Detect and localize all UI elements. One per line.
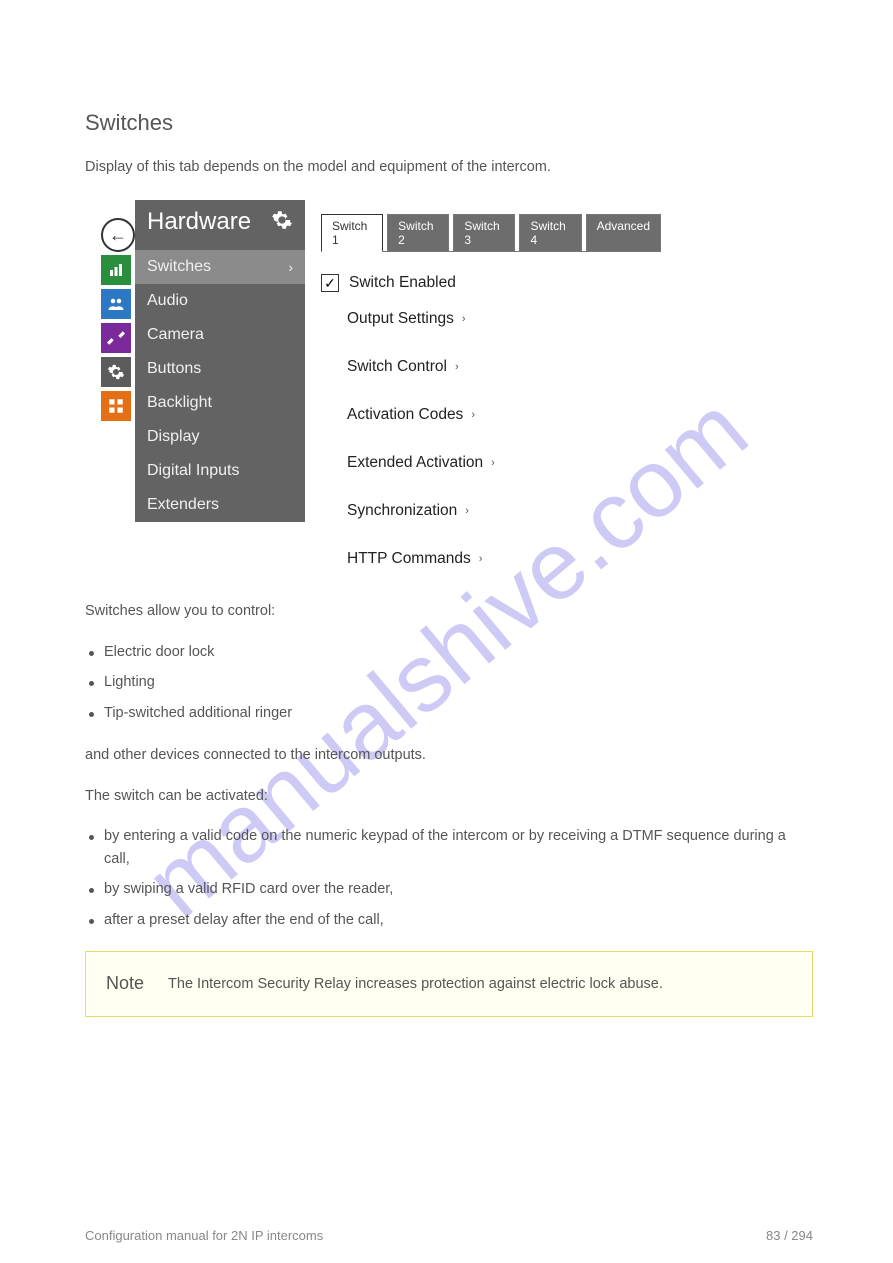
switch-enabled-row: ✓ Switch Enabled: [321, 274, 661, 292]
link-label: Extended Activation: [347, 454, 483, 472]
sidebar-item-audio[interactable]: Audio: [135, 284, 305, 318]
bullet-icon: [89, 835, 94, 840]
bullet-text: Tip-switched additional ringer: [104, 702, 292, 724]
users-tile-icon[interactable]: [101, 289, 131, 319]
tab-switch4[interactable]: Switch 4: [519, 214, 581, 251]
bullet-text: Lighting: [104, 671, 155, 693]
list-item: after a preset delay after the end of th…: [89, 909, 813, 931]
link-output-settings[interactable]: Output Settings ›: [347, 310, 661, 328]
tools-tile-icon[interactable]: [101, 323, 131, 353]
status-tile-icon[interactable]: [101, 255, 131, 285]
sidebar-item-digital-inputs[interactable]: Digital Inputs: [135, 454, 305, 488]
ui-screenshot: ← Hard: [101, 200, 661, 560]
back-button[interactable]: ←: [101, 218, 135, 252]
switch-enabled-label: Switch Enabled: [349, 274, 456, 292]
tab-row: Switch 1 Switch 2 Switch 3 Switch 4 Adva…: [321, 214, 661, 252]
tab-switch1[interactable]: Switch 1: [321, 214, 383, 252]
chevron-right-icon: ›: [479, 553, 483, 565]
bullet-text: by entering a valid code on the numeric …: [104, 825, 813, 870]
list-item: Lighting: [89, 671, 813, 693]
link-label: HTTP Commands: [347, 550, 471, 568]
sidebar-item-camera[interactable]: Camera: [135, 318, 305, 352]
features-lead: The switch can be activated:: [85, 785, 813, 807]
arrow-left-icon: ←: [109, 225, 127, 246]
link-label: Output Settings: [347, 310, 454, 328]
bullet-text: after a preset delay after the end of th…: [104, 909, 384, 931]
bullet-icon: [89, 681, 94, 686]
post-screenshot-text: Switches allow you to control:: [85, 600, 813, 622]
tab-advanced[interactable]: Advanced: [586, 214, 661, 251]
main-panel: Switch 1 Switch 2 Switch 3 Switch 4 Adva…: [321, 214, 661, 568]
chevron-right-icon: ›: [288, 259, 293, 275]
bullet-icon: [89, 919, 94, 924]
footer-right: 83 / 294: [766, 1228, 813, 1243]
page-footer: Configuration manual for 2N IP intercoms…: [85, 1228, 813, 1243]
intro-text: Display of this tab depends on the model…: [85, 156, 813, 178]
link-label: Activation Codes: [347, 406, 463, 424]
sidebar-item-label: Backlight: [147, 394, 212, 412]
sidebar-item-label: Digital Inputs: [147, 462, 240, 480]
sidebar-item-switches[interactable]: Switches ›: [135, 250, 305, 284]
sidebar-item-backlight[interactable]: Backlight: [135, 386, 305, 420]
list-item: by entering a valid code on the numeric …: [89, 825, 813, 870]
post-bullets-text: and other devices connected to the inter…: [85, 744, 813, 766]
sidebar-item-label: Extenders: [147, 496, 219, 514]
list-item: Tip-switched additional ringer: [89, 702, 813, 724]
grid-tile-icon[interactable]: [101, 391, 131, 421]
sidebar-item-label: Camera: [147, 326, 204, 344]
switch-enabled-checkbox[interactable]: ✓: [321, 274, 339, 292]
chevron-right-icon: ›: [491, 457, 495, 469]
list-item: Electric door lock: [89, 641, 813, 663]
chevron-right-icon: ›: [465, 505, 469, 517]
sidebar-header: Hardware: [135, 200, 305, 250]
bullet-icon: [89, 712, 94, 717]
callout-heading: Note: [106, 970, 144, 998]
chevron-right-icon: ›: [455, 361, 459, 373]
bullet-text: by swiping a valid RFID card over the re…: [104, 878, 393, 900]
bullet-icon: [89, 888, 94, 893]
tab-switch2[interactable]: Switch 2: [387, 214, 449, 251]
sidebar-item-extenders[interactable]: Extenders: [135, 488, 305, 522]
tab-switch3[interactable]: Switch 3: [453, 214, 515, 251]
link-synchronization[interactable]: Synchronization ›: [347, 502, 661, 520]
sidebar-item-label: Switches: [147, 258, 211, 276]
sidebar-item-display[interactable]: Display: [135, 420, 305, 454]
link-extended-activation[interactable]: Extended Activation ›: [347, 454, 661, 472]
bullet-text: Electric door lock: [104, 641, 214, 663]
list-item: by swiping a valid RFID card over the re…: [89, 878, 813, 900]
sidebar-title: Hardware: [147, 208, 251, 236]
callout-body: The Intercom Security Relay increases pr…: [168, 973, 663, 995]
bullet-icon: [89, 651, 94, 656]
settings-tile-icon[interactable]: [101, 357, 131, 387]
sidebar-item-label: Buttons: [147, 360, 201, 378]
link-activation-codes[interactable]: Activation Codes ›: [347, 406, 661, 424]
sidebar-item-label: Display: [147, 428, 199, 446]
sidebar-list: Switches › Audio Camera Buttons Backligh…: [135, 250, 305, 522]
link-label: Switch Control: [347, 358, 447, 376]
footer-left: Configuration manual for 2N IP intercoms: [85, 1228, 323, 1243]
chevron-right-icon: ›: [462, 313, 466, 325]
sidebar-item-label: Audio: [147, 292, 188, 310]
left-icon-rail: [101, 255, 131, 421]
section-heading: Switches: [85, 110, 813, 136]
link-http-commands[interactable]: HTTP Commands ›: [347, 550, 661, 568]
link-switch-control[interactable]: Switch Control ›: [347, 358, 661, 376]
link-label: Synchronization: [347, 502, 457, 520]
gear-icon[interactable]: [271, 209, 293, 236]
bullet-list-features: by entering a valid code on the numeric …: [89, 825, 813, 931]
sidebar: Hardware Switches › Audio Camera: [135, 200, 305, 522]
note-callout: Note The Intercom Security Relay increas…: [85, 951, 813, 1017]
chevron-right-icon: ›: [471, 409, 475, 421]
bullet-list-controls: Electric door lock Lighting Tip-switched…: [89, 641, 813, 724]
sidebar-item-buttons[interactable]: Buttons: [135, 352, 305, 386]
